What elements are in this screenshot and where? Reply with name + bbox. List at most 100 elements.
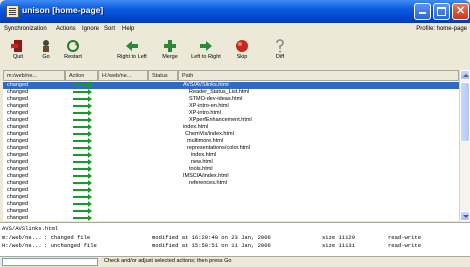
go-icon bbox=[43, 40, 49, 52]
row-status: changed bbox=[7, 117, 29, 123]
skip-icon bbox=[236, 40, 248, 52]
table-row[interactable]: changed bbox=[3, 201, 459, 208]
row-path: tools.html bbox=[189, 166, 213, 172]
arrow-right-icon[interactable] bbox=[73, 110, 92, 116]
minimize-icon bbox=[419, 12, 426, 14]
table-row[interactable]: changed AVS/AVSlinks.html bbox=[3, 82, 459, 89]
arrow-right-icon[interactable] bbox=[73, 208, 92, 214]
diff-button[interactable]: Diff bbox=[270, 39, 290, 60]
right-to-left-label: Right to Left bbox=[117, 54, 147, 60]
table-row[interactable]: changed XP-intro-en.html bbox=[3, 103, 459, 110]
row-status: changed bbox=[7, 82, 29, 88]
menu-actions[interactable]: Actions bbox=[56, 26, 76, 32]
status-bar: Check and/or adjust selected actions; th… bbox=[0, 256, 470, 267]
minimize-button[interactable] bbox=[414, 3, 431, 20]
details-left-modified: modified at 16:20:40 on 23 Jan, 2006 bbox=[152, 234, 271, 241]
table-row[interactable]: changed bbox=[3, 194, 459, 201]
menu-synchronization[interactable]: Synchronization bbox=[4, 26, 47, 32]
details-left-root: m:/web/ne... bbox=[2, 234, 42, 241]
table-row[interactable]: changed index.html bbox=[3, 124, 459, 131]
column-header-left-root[interactable]: m:/web/ne... bbox=[3, 70, 65, 81]
arrow-right-icon[interactable] bbox=[73, 201, 92, 207]
arrow-right-icon[interactable] bbox=[73, 187, 92, 193]
arrow-right-icon[interactable] bbox=[73, 194, 92, 200]
table-row[interactable]: changed new.html bbox=[3, 159, 459, 166]
arrow-right-icon[interactable] bbox=[73, 215, 92, 221]
row-status: changed bbox=[7, 215, 29, 221]
menu-help[interactable]: Help bbox=[122, 26, 134, 32]
skip-button[interactable]: Skip bbox=[232, 39, 252, 60]
menu-ignore[interactable]: Ignore bbox=[82, 26, 99, 32]
go-button[interactable]: Go bbox=[36, 39, 56, 60]
row-status: changed bbox=[7, 96, 29, 102]
merge-label: Merge bbox=[162, 54, 178, 60]
right-to-left-button[interactable]: Right to Left bbox=[112, 39, 152, 60]
row-path: AVS/AVSlinks.html bbox=[183, 82, 229, 88]
maximize-icon bbox=[437, 7, 446, 16]
column-header-right-root[interactable]: H:/web/ne... bbox=[98, 70, 148, 81]
left-to-right-button[interactable]: Left to Right bbox=[186, 39, 226, 60]
arrow-right-icon[interactable] bbox=[73, 89, 92, 95]
quit-button[interactable]: Quit bbox=[8, 39, 28, 60]
scroll-thumb[interactable] bbox=[460, 82, 470, 142]
arrow-right-icon[interactable] bbox=[73, 82, 92, 88]
window-title: unison [home-page] bbox=[22, 5, 104, 15]
table-row[interactable]: changed multimore.html bbox=[3, 138, 459, 145]
arrow-right-icon[interactable] bbox=[73, 166, 92, 172]
merge-button[interactable]: Merge bbox=[158, 39, 182, 60]
table-row[interactable]: changed XP-intro.html bbox=[3, 110, 459, 117]
row-path: multimore.html bbox=[187, 138, 224, 144]
table-row[interactable]: changed Reader_Status_List.html bbox=[3, 89, 459, 96]
row-status: changed bbox=[7, 103, 29, 109]
row-status: changed bbox=[7, 152, 29, 158]
arrow-right-icon[interactable] bbox=[73, 131, 92, 137]
row-status: changed bbox=[7, 187, 29, 193]
scroll-down-button[interactable] bbox=[460, 211, 470, 221]
arrow-right-icon[interactable] bbox=[73, 145, 92, 151]
status-entry[interactable] bbox=[2, 258, 98, 266]
column-header-status[interactable]: Status bbox=[148, 70, 178, 81]
row-status: changed bbox=[7, 180, 29, 186]
table-row[interactable]: changed IMSCIA/index.html bbox=[3, 173, 459, 180]
arrow-right-icon[interactable] bbox=[73, 124, 92, 130]
table-row[interactable]: changed bbox=[3, 208, 459, 215]
table-row[interactable]: changed references.html bbox=[3, 180, 459, 187]
table-row[interactable]: changed XPperfEnhancement.html bbox=[3, 117, 459, 124]
details-right-root: H:/web/ne... bbox=[2, 242, 42, 249]
arrow-right-icon[interactable] bbox=[73, 180, 92, 186]
column-header-action[interactable]: Action bbox=[65, 70, 98, 81]
details-right-size: size 11131 bbox=[322, 242, 356, 249]
arrow-right-icon[interactable] bbox=[73, 117, 92, 123]
scroll-up-button[interactable] bbox=[460, 70, 470, 80]
table-row[interactable]: changed tools.html bbox=[3, 166, 459, 173]
row-status: changed bbox=[7, 159, 29, 165]
arrow-right-icon[interactable] bbox=[73, 96, 92, 102]
table-row[interactable]: changed STMO-dev-ideas.html bbox=[3, 96, 459, 103]
arrow-right-icon[interactable] bbox=[73, 103, 92, 109]
title-bar[interactable]: unison [home-page] ✕ bbox=[0, 0, 470, 23]
row-status: changed bbox=[7, 208, 29, 214]
row-path: representations/color.html bbox=[187, 145, 250, 151]
arrow-right-icon[interactable] bbox=[73, 152, 92, 158]
details-left-permissions: read-write bbox=[388, 234, 422, 241]
details-right-state: : unchanged file bbox=[44, 242, 97, 249]
table-row[interactable]: changed bbox=[3, 187, 459, 194]
skip-label: Skip bbox=[236, 54, 248, 60]
list-scrollbar[interactable] bbox=[459, 70, 470, 221]
menu-sort[interactable]: Sort bbox=[104, 26, 115, 32]
arrow-right-icon[interactable] bbox=[73, 173, 92, 179]
toolbar: Quit Go Restart Right to Left Merge Left… bbox=[0, 37, 470, 68]
table-row[interactable]: changed bbox=[3, 215, 459, 221]
table-row[interactable]: changed representations/color.html bbox=[3, 145, 459, 152]
arrow-right-icon[interactable] bbox=[73, 138, 92, 144]
row-path: IMSCIA/index.html bbox=[183, 173, 229, 179]
close-button[interactable]: ✕ bbox=[452, 3, 469, 20]
column-header-path[interactable]: Path bbox=[178, 70, 459, 81]
details-right-modified: modified at 15:50:51 on 11 Jan, 2006 bbox=[152, 242, 271, 249]
maximize-button[interactable] bbox=[433, 3, 450, 20]
profile-label: Profile: home-page bbox=[416, 26, 467, 32]
arrow-right-icon[interactable] bbox=[73, 159, 92, 165]
table-row[interactable]: changed ChemVis/index.html bbox=[3, 131, 459, 138]
table-row[interactable]: changed index.html bbox=[3, 152, 459, 159]
restart-button[interactable]: Restart bbox=[60, 39, 86, 60]
